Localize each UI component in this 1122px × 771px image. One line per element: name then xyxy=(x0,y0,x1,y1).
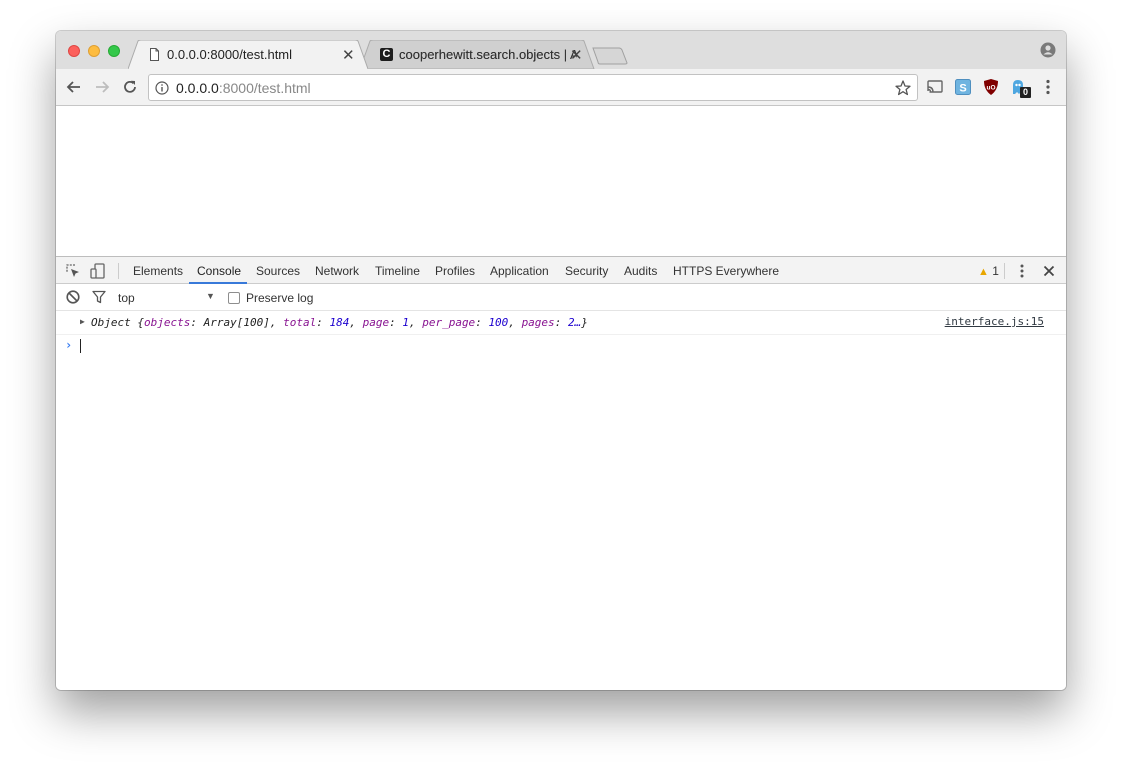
profile-icon[interactable] xyxy=(1040,42,1056,58)
console-output: ▶ Object {objects: Array[100], total: 18… xyxy=(56,311,1066,357)
browser-window: C cooperhewitt.search.objects | API m ✕ … xyxy=(56,31,1066,690)
console-log-entry: ▶ Object {objects: Array[100], total: 18… xyxy=(56,311,1066,335)
chrome-menu-icon[interactable] xyxy=(1039,78,1057,96)
tab-cooperhewitt[interactable]: C cooperhewitt.search.objects | API m ✕ xyxy=(360,40,596,69)
svg-text:uO: uO xyxy=(986,85,995,92)
toolbar-divider xyxy=(118,263,119,279)
tab-close-icon[interactable]: ✕ xyxy=(342,46,355,64)
ghostery-badge: 0 xyxy=(1020,87,1031,98)
tab-console[interactable]: Console xyxy=(197,264,241,278)
log-key: per_page xyxy=(422,316,476,329)
tab-title: cooperhewitt.search.objects | API m xyxy=(399,47,577,62)
device-toolbar-icon[interactable] xyxy=(90,263,106,279)
info-icon[interactable] xyxy=(155,81,169,95)
cast-icon[interactable] xyxy=(926,78,944,96)
tab-network[interactable]: Network xyxy=(315,264,359,278)
expand-triangle-icon[interactable]: ▶ xyxy=(80,317,85,326)
forward-arrow-icon[interactable] xyxy=(93,78,111,96)
tab-strip: C cooperhewitt.search.objects | API m ✕ … xyxy=(56,31,1066,69)
log-key: total xyxy=(283,316,317,329)
window-close-button[interactable] xyxy=(68,45,80,57)
warning-icon: ▲ xyxy=(978,266,989,278)
svg-text:S: S xyxy=(959,83,966,95)
log-colon: : xyxy=(554,316,568,329)
devtools-close-icon[interactable] xyxy=(1041,263,1057,279)
reload-icon[interactable] xyxy=(121,78,139,96)
log-value: 1 xyxy=(402,316,409,329)
tab-sources[interactable]: Sources xyxy=(256,264,300,278)
log-suffix: } xyxy=(581,316,588,329)
tab-test-html[interactable]: 0.0.0.0:8000/test.html ✕ xyxy=(128,40,368,69)
log-colon: : xyxy=(190,316,204,329)
tab-security[interactable]: Security xyxy=(565,264,608,278)
log-separator: , xyxy=(408,316,423,329)
s-extension-icon[interactable]: S xyxy=(954,78,972,96)
log-key: objects xyxy=(143,316,191,329)
window-minimize-button[interactable] xyxy=(88,45,100,57)
log-separator: , xyxy=(269,316,284,329)
log-colon: : xyxy=(475,316,489,329)
console-filter-bar: top ▼ Preserve log xyxy=(56,284,1066,311)
devtools-menu-icon[interactable] xyxy=(1014,263,1030,279)
log-value: Array[100] xyxy=(203,316,270,329)
page-content xyxy=(56,106,1066,256)
log-key: pages xyxy=(521,316,555,329)
tab-https-everywhere[interactable]: HTTPS Everywhere xyxy=(673,264,779,278)
warning-counter[interactable]: ▲ 1 xyxy=(978,264,999,278)
back-arrow-icon[interactable] xyxy=(65,78,83,96)
log-object-preview[interactable]: Object {objects: Array[100], total: 184,… xyxy=(91,316,588,329)
log-separator: , xyxy=(508,316,522,329)
tab-close-icon[interactable]: ✕ xyxy=(570,46,583,64)
text-cursor xyxy=(80,339,81,353)
new-tab-button[interactable] xyxy=(592,47,628,65)
log-separator: , xyxy=(349,316,363,329)
tab-audits[interactable]: Audits xyxy=(624,264,657,278)
tab-title: 0.0.0.0:8000/test.html xyxy=(167,47,293,62)
log-colon: : xyxy=(316,316,330,329)
tab-profiles[interactable]: Profiles xyxy=(435,264,475,278)
log-source-link[interactable]: interface.js:15 xyxy=(945,315,1044,328)
tab-timeline[interactable]: Timeline xyxy=(375,264,420,278)
dropdown-arrow-icon[interactable]: ▼ xyxy=(206,291,215,301)
log-key: page xyxy=(362,316,390,329)
log-value: 100 xyxy=(488,316,509,329)
browser-toolbar: 0.0.0.0:8000/test.html S uO 0 xyxy=(56,69,1066,106)
c-favicon-icon: C xyxy=(380,48,393,61)
devtools-tab-bar: Elements Console Sources Network Timelin… xyxy=(56,257,1066,284)
toolbar-divider xyxy=(1004,263,1005,279)
window-maximize-button[interactable] xyxy=(108,45,120,57)
preserve-log-label: Preserve log xyxy=(246,291,314,305)
tab-elements[interactable]: Elements xyxy=(133,264,183,278)
tab-application[interactable]: Application xyxy=(490,264,549,278)
preserve-log-checkbox[interactable] xyxy=(228,292,240,304)
inspect-element-icon[interactable] xyxy=(65,263,81,279)
log-value: 2… xyxy=(567,316,582,329)
context-selector[interactable]: top xyxy=(118,291,135,305)
console-prompt[interactable]: › xyxy=(56,335,1066,357)
page-icon xyxy=(150,48,159,61)
address-bar[interactable]: 0.0.0.0:8000/test.html xyxy=(148,74,918,101)
bookmark-star-icon[interactable] xyxy=(894,79,912,97)
log-colon: : xyxy=(389,316,403,329)
url-text: 0.0.0.0:8000/test.html xyxy=(176,80,311,96)
log-prefix: Object { xyxy=(91,316,144,329)
filter-icon[interactable] xyxy=(91,289,107,305)
devtools-panel: Elements Console Sources Network Timelin… xyxy=(56,256,1066,690)
prompt-chevron-icon: › xyxy=(65,338,73,352)
clear-console-icon[interactable] xyxy=(65,289,81,305)
log-value: 184 xyxy=(329,316,350,329)
ublock-icon[interactable]: uO xyxy=(982,78,1000,96)
